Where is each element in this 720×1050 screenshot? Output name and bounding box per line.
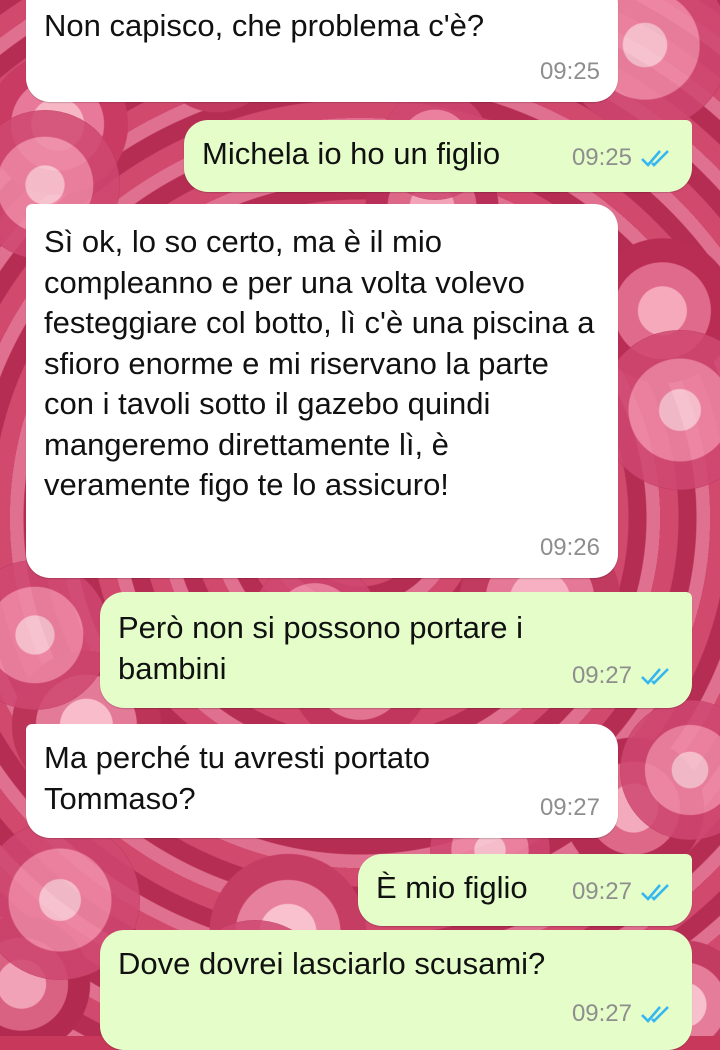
message-text: Non capisco, che problema c'è?	[44, 8, 485, 43]
double-check-icon	[641, 667, 669, 685]
message-time: 09:27	[571, 877, 632, 905]
message-meta: 09:26	[540, 528, 600, 569]
message-bubble-incoming[interactable]: Ma perché tu avresti portato Tommaso? 09…	[26, 724, 618, 838]
message-bubble-outgoing[interactable]: Dove dovrei lasciarlo scusami? 09:27	[100, 930, 692, 1050]
message-text: Ma perché tu avresti portato Tommaso?	[44, 740, 430, 816]
message-time: 09:27	[571, 999, 632, 1027]
message-time: 09:26	[539, 533, 600, 561]
double-check-icon	[641, 1005, 669, 1023]
message-bubble-outgoing[interactable]: Però non si possono portare i bambini 09…	[100, 592, 692, 708]
message-meta: 09:25	[572, 138, 674, 179]
message-meta: 09:27	[572, 872, 674, 913]
message-meta: 09:27	[540, 788, 600, 829]
message-time: 09:25	[539, 57, 600, 85]
message-bubble-outgoing[interactable]: È mio figlio 09:27	[358, 854, 692, 926]
message-bubble-outgoing[interactable]: Michela io ho un figlio 09:25	[184, 120, 692, 192]
message-meta: 09:27	[572, 656, 674, 697]
message-bubble-incoming[interactable]: Non capisco, che problema c'è? 09:25	[26, 0, 618, 102]
message-bubble-incoming[interactable]: Sì ok, lo so certo, ma è il mio complean…	[26, 204, 618, 578]
chat-messages: Non capisco, che problema c'è? 09:25 Mic…	[0, 0, 720, 1050]
message-time: 09:25	[571, 143, 632, 171]
message-text: Sì ok, lo so certo, ma è il mio complean…	[44, 224, 595, 502]
message-text: Però non si possono portare i bambini	[118, 610, 523, 686]
message-text: Michela io ho un figlio	[202, 136, 501, 171]
message-text: Dove dovrei lasciarlo scusami?	[118, 946, 546, 981]
message-text: È mio figlio	[376, 870, 528, 905]
message-meta: 09:25	[540, 52, 600, 93]
double-check-icon	[641, 149, 669, 167]
double-check-icon	[641, 883, 669, 901]
message-time: 09:27	[571, 661, 632, 689]
message-time: 09:27	[539, 793, 600, 821]
message-meta: 09:27	[572, 994, 674, 1035]
